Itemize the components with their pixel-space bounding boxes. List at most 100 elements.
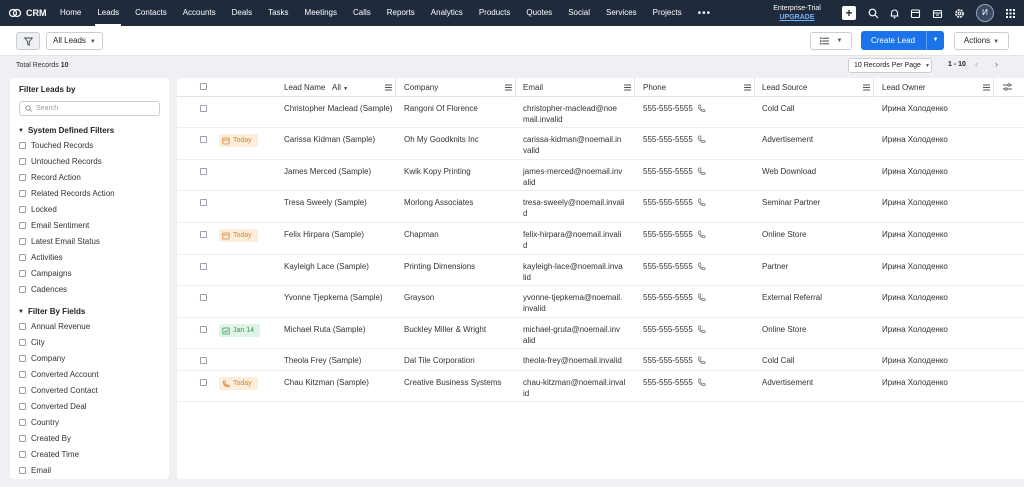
- field-filter-item[interactable]: City: [19, 338, 45, 347]
- email-cell[interactable]: yvonne-tjepkema@noemail. invalid: [523, 292, 633, 314]
- email-cell[interactable]: james-merced@noemail.inv alid: [523, 166, 633, 188]
- column-menu-icon[interactable]: [744, 84, 751, 91]
- lead-name-link[interactable]: Christopher Maclead (Sample): [284, 103, 393, 114]
- column-menu-icon[interactable]: [624, 84, 631, 91]
- lead-name-link[interactable]: Michael Ruta (Sample): [284, 324, 365, 335]
- filter-checkbox[interactable]: [19, 387, 26, 394]
- calendar-icon[interactable]: [910, 8, 921, 19]
- column-menu-icon[interactable]: [863, 84, 870, 91]
- avatar[interactable]: И: [976, 4, 994, 22]
- row-checkbox[interactable]: [200, 231, 207, 238]
- row-checkbox[interactable]: [200, 357, 207, 364]
- column-header-email[interactable]: Email: [523, 78, 543, 97]
- filter-checkbox[interactable]: [19, 467, 26, 474]
- lead-name-link[interactable]: Carissa Kidman (Sample): [284, 134, 375, 145]
- row-checkbox[interactable]: [200, 379, 207, 386]
- phone-cell[interactable]: 555-555-5555: [643, 229, 693, 240]
- nav-tab-social[interactable]: Social: [560, 0, 598, 26]
- activity-badge[interactable]: Jan 14: [219, 324, 261, 337]
- next-page-icon[interactable]: ›: [995, 59, 998, 69]
- phone-cell[interactable]: 555-555-5555: [643, 261, 693, 272]
- column-header-lead-source[interactable]: Lead Source: [762, 78, 807, 97]
- field-filter-item[interactable]: Converted Account: [19, 370, 99, 379]
- email-cell[interactable]: christopher-maclead@noe mail.invalid: [523, 103, 633, 125]
- filter-checkbox[interactable]: [19, 254, 26, 261]
- table-row[interactable]: Today Carissa Kidman (Sample) Oh My Goodkn…: [177, 128, 1024, 160]
- lead-name-link[interactable]: Theola Frey (Sample): [284, 355, 361, 366]
- email-cell[interactable]: kayleigh-lace@noemail.inva lid: [523, 261, 633, 283]
- nav-tab-reports[interactable]: Reports: [379, 0, 423, 26]
- email-cell[interactable]: michael-gruta@noemail.inv alid: [523, 324, 633, 346]
- row-checkbox[interactable]: [200, 294, 207, 301]
- filter-checkbox[interactable]: [19, 403, 26, 410]
- nav-tab-services[interactable]: Services: [598, 0, 645, 26]
- create-lead-button[interactable]: Create Lead: [861, 31, 925, 50]
- row-checkbox[interactable]: [200, 199, 207, 206]
- filter-checkbox[interactable]: [19, 222, 26, 229]
- select-all-checkbox[interactable]: [200, 83, 207, 90]
- row-checkbox[interactable]: [200, 263, 207, 270]
- column-settings-icon[interactable]: [1003, 83, 1012, 91]
- filter-search-input[interactable]: Search: [19, 101, 160, 116]
- phone-call-icon[interactable]: [697, 356, 706, 365]
- email-cell[interactable]: tresa-sweely@noemail.invali d: [523, 197, 633, 219]
- email-cell[interactable]: chau-kitzman@noemail.inval id: [523, 377, 633, 399]
- apps-grid-icon[interactable]: [1005, 8, 1016, 19]
- actions-menu-button[interactable]: Actions ▼: [954, 32, 1009, 50]
- nav-tab-home[interactable]: Home: [52, 0, 89, 26]
- bell-icon[interactable]: [889, 8, 900, 19]
- table-row[interactable]: James Merced (Sample) Kwik Kopy Printing 5…: [177, 160, 1024, 191]
- column-header-lead-name[interactable]: Lead Name: [284, 78, 325, 97]
- column-header-company[interactable]: Company: [404, 78, 438, 97]
- table-row[interactable]: Kayleigh Lace (Sample) Printing Dimension…: [177, 255, 1024, 286]
- phone-cell[interactable]: 555-555-5555: [643, 324, 693, 335]
- nav-tab-deals[interactable]: Deals: [224, 0, 260, 26]
- phone-call-icon[interactable]: [697, 104, 706, 113]
- system-filter-item[interactable]: Record Action: [19, 173, 81, 182]
- column-menu-icon[interactable]: [983, 84, 990, 91]
- filter-checkbox[interactable]: [19, 435, 26, 442]
- field-filters-section-toggle[interactable]: ▼ Filter By Fields: [18, 307, 85, 316]
- filter-toggle-button[interactable]: [16, 32, 40, 50]
- nav-tab-contacts[interactable]: Contacts: [127, 0, 175, 26]
- field-filter-item[interactable]: Created Time: [19, 450, 79, 459]
- field-filter-item[interactable]: Country: [19, 418, 59, 427]
- view-selector[interactable]: All Leads ▼: [46, 32, 103, 50]
- table-row[interactable]: Theola Frey (Sample) Dal Tile Corporation…: [177, 349, 1024, 371]
- system-filter-item[interactable]: Touched Records: [19, 141, 93, 150]
- phone-cell[interactable]: 555-555-5555: [643, 134, 693, 145]
- filter-checkbox[interactable]: [19, 206, 26, 213]
- filter-checkbox[interactable]: [19, 190, 26, 197]
- filter-checkbox[interactable]: [19, 158, 26, 165]
- system-filter-item[interactable]: Cadences: [19, 285, 67, 294]
- system-filters-section-toggle[interactable]: ▼ System Defined Filters: [18, 126, 114, 135]
- lead-name-filter-select[interactable]: All ▼: [332, 78, 348, 97]
- system-filter-item[interactable]: Activities: [19, 253, 63, 262]
- table-row[interactable]: Yvonne Tjepkema (Sample) Grayson 555-555-5…: [177, 286, 1024, 318]
- nav-tab-leads[interactable]: Leads: [89, 0, 127, 26]
- filter-checkbox[interactable]: [19, 355, 26, 362]
- phone-cell[interactable]: 555-555-5555: [643, 103, 693, 114]
- email-cell[interactable]: felix-hirpara@noemail.invali d: [523, 229, 633, 251]
- activity-badge[interactable]: Today: [219, 377, 258, 390]
- nav-tab-tasks[interactable]: Tasks: [260, 0, 296, 26]
- filter-checkbox[interactable]: [19, 270, 26, 277]
- column-menu-icon[interactable]: [505, 84, 512, 91]
- activity-badge[interactable]: Today: [219, 134, 258, 147]
- row-checkbox[interactable]: [200, 136, 207, 143]
- column-header-phone[interactable]: Phone: [643, 78, 666, 97]
- table-row[interactable]: Today Felix Hirpara (Sample) Chapman 555-55…: [177, 223, 1024, 255]
- filter-checkbox[interactable]: [19, 339, 26, 346]
- search-icon[interactable]: [868, 8, 879, 19]
- email-cell[interactable]: carissa-kidman@noemail.in valid: [523, 134, 633, 156]
- phone-call-icon[interactable]: [697, 325, 706, 334]
- column-menu-icon[interactable]: [385, 84, 392, 91]
- filter-checkbox[interactable]: [19, 142, 26, 149]
- field-filter-item[interactable]: Created By: [19, 434, 71, 443]
- create-lead-dropdown-button[interactable]: ▼: [926, 31, 944, 50]
- phone-cell[interactable]: 555-555-5555: [643, 292, 693, 303]
- phone-cell[interactable]: 555-555-5555: [643, 377, 693, 388]
- settings-icon[interactable]: [954, 8, 965, 19]
- nav-tab-analytics[interactable]: Analytics: [423, 0, 471, 26]
- row-checkbox[interactable]: [200, 168, 207, 175]
